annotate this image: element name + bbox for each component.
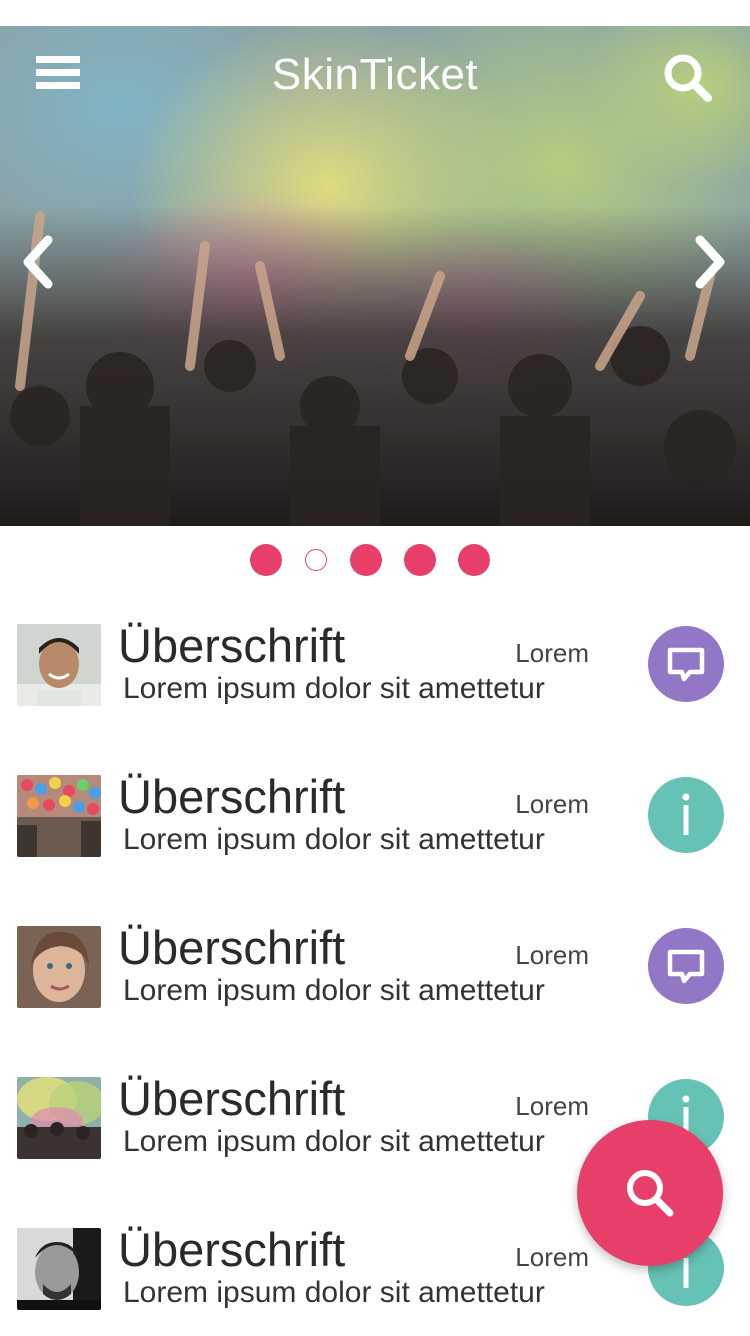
carousel-dot[interactable]	[458, 544, 490, 576]
list-item[interactable]: Überschrift Lorem Lorem ipsum dolor sit …	[0, 914, 750, 1034]
chat-bubble-icon	[667, 647, 705, 682]
top-app-bar: SkinTicket	[0, 26, 750, 126]
item-description: Lorem ipsum dolor sit amettetur	[123, 1125, 545, 1158]
item-title: Überschrift	[118, 1072, 346, 1125]
item-meta: Lorem	[515, 940, 589, 970]
item-title: Überschrift	[118, 619, 346, 672]
search-icon	[627, 1170, 674, 1217]
chat-button[interactable]	[648, 626, 724, 702]
chevron-right-icon[interactable]	[690, 232, 730, 292]
info-button[interactable]	[648, 777, 724, 853]
avatar	[17, 926, 101, 1008]
item-title: Überschrift	[118, 770, 346, 823]
item-description: Lorem ipsum dolor sit amettetur	[123, 1276, 545, 1309]
item-meta: Lorem	[515, 1091, 589, 1121]
chevron-left-icon[interactable]	[18, 232, 58, 292]
item-thumbnail	[17, 1077, 101, 1159]
avatar	[17, 1228, 101, 1310]
chat-button[interactable]	[648, 928, 724, 1004]
carousel-dot-active[interactable]	[305, 549, 327, 571]
list-item[interactable]: Überschrift Lorem Lorem ipsum dolor sit …	[0, 612, 750, 732]
carousel-indicator	[0, 544, 750, 576]
list-item[interactable]: Überschrift Lorem Lorem ipsum dolor sit …	[0, 763, 750, 883]
chat-bubble-icon	[667, 949, 705, 984]
item-description: Lorem ipsum dolor sit amettetur	[123, 974, 545, 1007]
carousel-dot[interactable]	[250, 544, 282, 576]
app-title: SkinTicket	[271, 50, 479, 99]
info-icon	[682, 793, 690, 835]
item-meta: Lorem	[515, 1242, 589, 1272]
search-fab-button[interactable]	[577, 1120, 723, 1266]
item-thumbnail	[17, 775, 101, 857]
item-title: Überschrift	[118, 921, 346, 974]
item-description: Lorem ipsum dolor sit amettetur	[123, 672, 545, 705]
item-meta: Lorem	[515, 789, 589, 819]
search-icon[interactable]	[660, 50, 714, 104]
avatar	[17, 624, 101, 706]
carousel-dot[interactable]	[404, 544, 436, 576]
item-title: Überschrift	[118, 1223, 346, 1276]
carousel-dot[interactable]	[350, 544, 382, 576]
item-description: Lorem ipsum dolor sit amettetur	[123, 823, 545, 856]
item-meta: Lorem	[515, 638, 589, 668]
